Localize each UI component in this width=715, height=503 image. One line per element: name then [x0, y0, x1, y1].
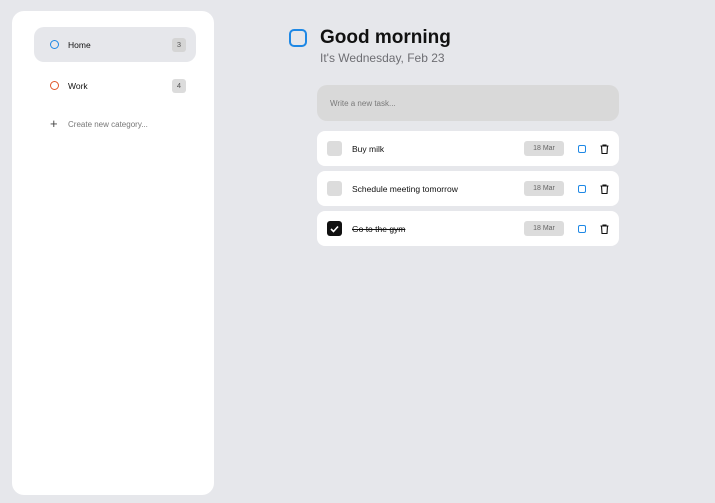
category-label: Work: [68, 80, 88, 91]
task-title: Buy milk: [352, 143, 385, 154]
task-row: Schedule meeting tomorrow 18 Mar: [317, 171, 619, 206]
category-label: Home: [68, 39, 91, 50]
sidebar: Home 3 Work 4 + Create new category...: [12, 11, 214, 495]
task-date-badge: 18 Mar: [524, 221, 564, 236]
circle-outline-icon: [50, 40, 59, 49]
task-row: Go to the gym 18 Mar: [317, 211, 619, 246]
category-work[interactable]: Work 4: [34, 68, 196, 103]
task-checkbox[interactable]: [327, 141, 342, 156]
category-square-icon[interactable]: [578, 184, 586, 193]
trash-icon[interactable]: [600, 223, 609, 234]
category-square-icon[interactable]: [578, 144, 586, 153]
create-category-button[interactable]: + Create new category...: [50, 116, 148, 131]
task-checkbox-checked[interactable]: [327, 221, 342, 236]
task-row: Buy milk 18 Mar: [317, 131, 619, 166]
task-title: Go to the gym: [352, 223, 406, 234]
category-square-icon[interactable]: [578, 224, 586, 233]
page-title: Good morning: [320, 27, 451, 48]
task-date-badge: 18 Mar: [524, 181, 564, 196]
task-checkbox[interactable]: [327, 181, 342, 196]
category-count-badge: 3: [172, 37, 186, 52]
create-category-label: Create new category...: [68, 119, 148, 129]
trash-icon[interactable]: [600, 143, 609, 154]
page-subtitle: It's Wednesday, Feb 23: [320, 51, 445, 65]
circle-outline-icon: [50, 81, 59, 90]
task-title: Schedule meeting tomorrow: [352, 183, 458, 194]
checkmark-icon: [330, 225, 339, 233]
category-count-badge: 4: [172, 78, 186, 93]
square-outline-icon: [289, 29, 307, 47]
trash-icon[interactable]: [600, 183, 609, 194]
task-date-badge: 18 Mar: [524, 141, 564, 156]
plus-icon: +: [50, 116, 58, 131]
new-task-input[interactable]: [317, 85, 619, 121]
category-home[interactable]: Home 3: [34, 27, 196, 62]
